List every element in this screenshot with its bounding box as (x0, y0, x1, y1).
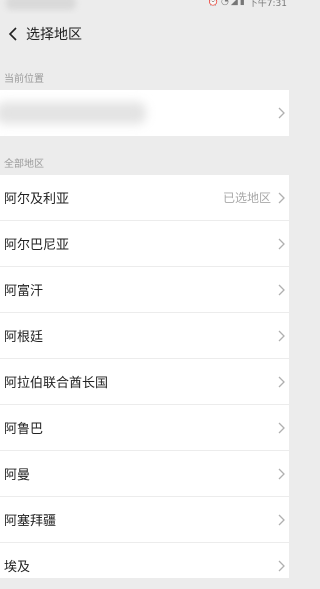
status-icons: ⏰ ◔ ◢ ▮ 下午7:31 (208, 0, 287, 9)
region-row[interactable]: 埃及 (0, 543, 289, 589)
status-notification-blur (6, 0, 76, 10)
battery-icon: ▮ (239, 0, 245, 7)
current-location-label: 当前位置 (4, 74, 44, 85)
current-location-value-blur (0, 102, 146, 124)
region-row[interactable]: 阿鲁巴 (0, 405, 289, 451)
region-list: 阿尔及利亚 已选地区 阿尔巴尼亚 阿富汗 阿根廷 阿拉伯联合酋长国 阿鲁巴 阿曼… (0, 175, 289, 589)
chevron-right-icon (277, 514, 285, 526)
chevron-right-icon (277, 422, 285, 434)
chevron-left-icon (8, 27, 17, 41)
chevron-right-icon (277, 192, 285, 204)
current-location-row[interactable] (0, 90, 289, 136)
region-name: 阿鲁巴 (4, 422, 44, 437)
all-regions-label: 全部地区 (4, 159, 44, 170)
region-name: 阿根廷 (4, 330, 44, 345)
region-name: 阿尔及利亚 (4, 192, 70, 207)
status-bar: ⏰ ◔ ◢ ▮ 下午7:31 (0, 0, 289, 14)
region-row[interactable]: 阿富汗 (0, 267, 289, 313)
signal-icon: ◢ (230, 0, 238, 7)
page-title: 选择地区 (26, 27, 82, 43)
region-name: 阿曼 (4, 468, 31, 483)
region-name: 阿富汗 (4, 284, 44, 299)
region-row[interactable]: 阿尔巴尼亚 (0, 221, 289, 267)
status-time: 下午7:31 (248, 0, 287, 9)
region-row[interactable]: 阿拉伯联合酋长国 (0, 359, 289, 405)
region-row[interactable]: 阿塞拜疆 (0, 497, 289, 543)
chevron-right-icon (277, 284, 285, 296)
chevron-right-icon (277, 330, 285, 342)
region-name: 埃及 (4, 560, 31, 575)
selected-region-tag: 已选地区 (222, 191, 271, 205)
region-name: 阿拉伯联合酋长国 (4, 376, 109, 391)
region-row[interactable]: 阿曼 (0, 451, 289, 497)
alarm-icon: ⏰ (207, 0, 220, 7)
chevron-right-icon (277, 107, 285, 119)
chevron-right-icon (277, 238, 285, 250)
region-name: 阿尔巴尼亚 (4, 238, 70, 253)
back-button[interactable] (0, 14, 26, 54)
chevron-right-icon (277, 560, 285, 572)
chevron-right-icon (277, 376, 285, 388)
region-row[interactable]: 阿根廷 (0, 313, 289, 359)
wifi-icon: ◔ (221, 0, 229, 7)
region-row[interactable]: 阿尔及利亚 已选地区 (0, 175, 289, 221)
region-name: 阿塞拜疆 (4, 514, 57, 529)
chevron-right-icon (277, 468, 285, 480)
header: 选择地区 (0, 14, 289, 54)
